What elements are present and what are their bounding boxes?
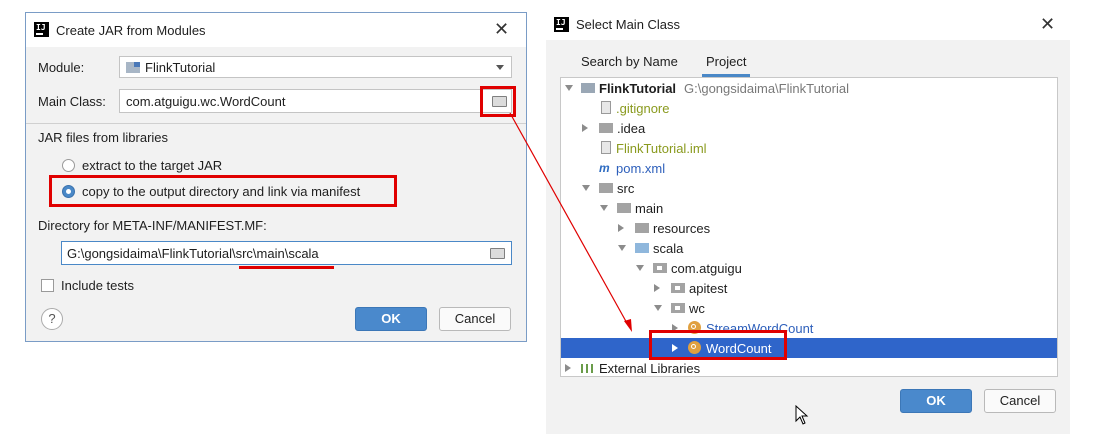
- annotation-arrow: [509, 112, 632, 332]
